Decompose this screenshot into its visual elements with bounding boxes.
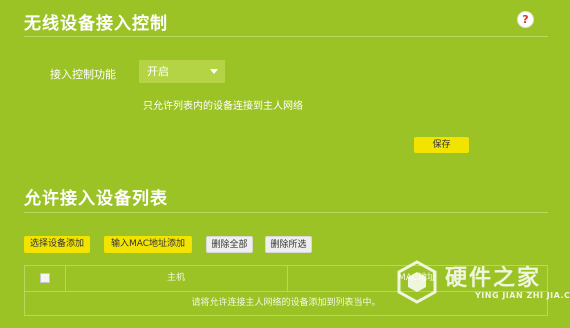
section-title-allowed-devices: 允许接入设备列表 <box>24 189 168 209</box>
divider <box>24 36 548 37</box>
delete-selected-button[interactable]: 删除所选 <box>265 236 312 253</box>
delete-all-button[interactable]: 删除全部 <box>206 236 253 253</box>
watermark: 硬件之家 YING JIAN ZHI JIA.COM <box>395 254 570 316</box>
access-control-select[interactable]: 开启 <box>139 60 225 83</box>
help-icon[interactable]: ? <box>517 11 534 28</box>
watermark-logo-icon <box>397 260 437 304</box>
select-all-checkbox[interactable] <box>40 272 50 283</box>
access-control-hint: 只允许列表内的设备连接到主人网络 <box>143 101 303 112</box>
mac-address-add-button[interactable]: 输入MAC地址添加 <box>104 236 192 253</box>
save-button[interactable]: 保存 <box>414 137 469 153</box>
chevron-down-icon <box>210 69 218 74</box>
section-title-access-control: 无线设备接入控制 <box>24 14 168 34</box>
select-all-cell <box>25 266 66 291</box>
watermark-subtitle: YING JIAN ZHI JIA.COM <box>475 291 570 300</box>
access-control-label: 接入控制功能 <box>50 68 116 81</box>
host-column-header: 主机 <box>65 266 288 291</box>
access-control-select-value: 开启 <box>147 65 169 78</box>
select-device-add-button[interactable]: 选择设备添加 <box>24 236 90 253</box>
watermark-name: 硬件之家 <box>445 266 542 291</box>
divider <box>24 212 548 213</box>
